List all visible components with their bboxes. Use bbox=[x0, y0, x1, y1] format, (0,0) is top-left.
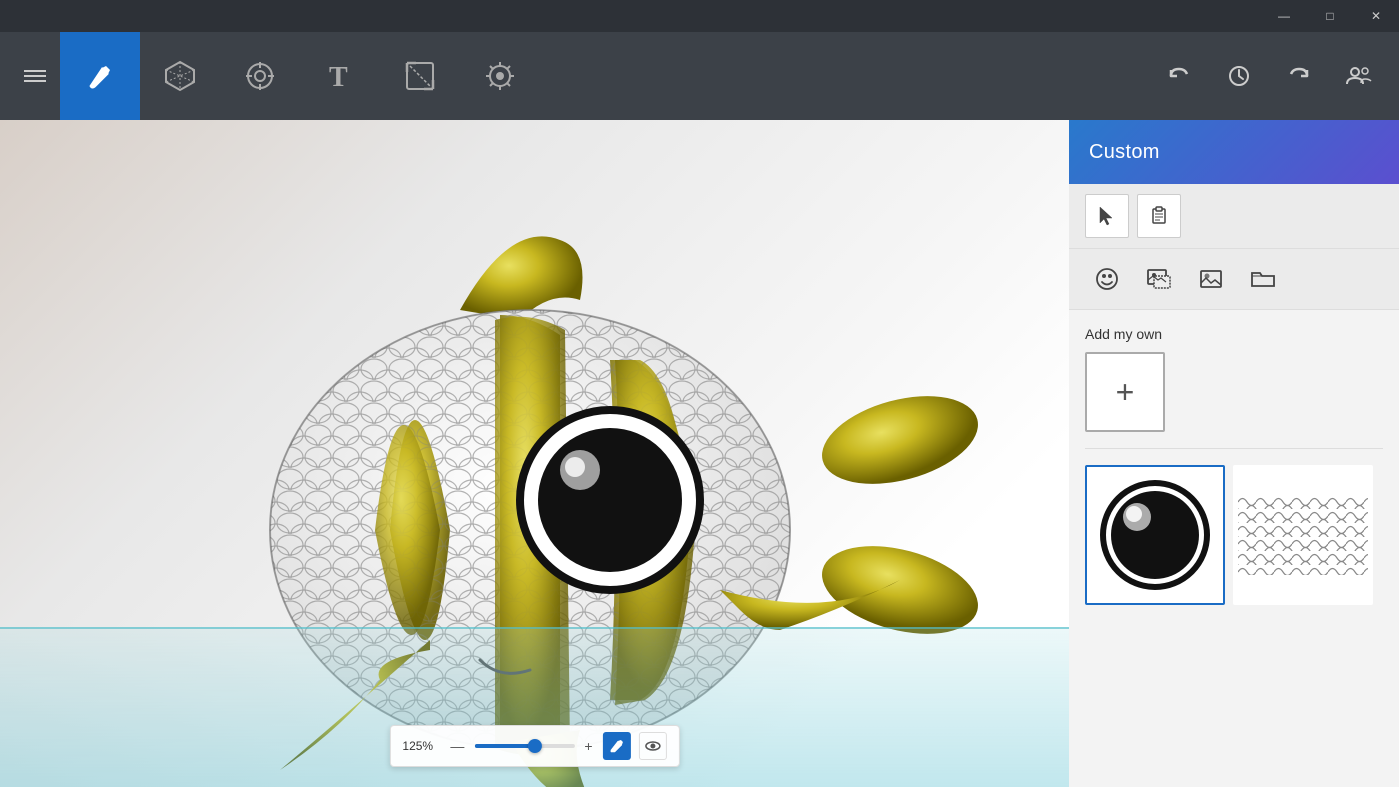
canvas-area: 125% — + bbox=[0, 120, 1069, 787]
maximize-button[interactable]: □ bbox=[1307, 0, 1353, 32]
panel-cursor-button[interactable] bbox=[1085, 194, 1129, 238]
brush-icon bbox=[82, 58, 118, 94]
panel-icons-row bbox=[1069, 249, 1399, 310]
panel-folder-button[interactable] bbox=[1241, 257, 1285, 301]
panel-title: Custom bbox=[1089, 141, 1160, 164]
effect-icon bbox=[482, 58, 518, 94]
svg-text:T: T bbox=[329, 62, 348, 93]
tool-3d[interactable] bbox=[140, 32, 220, 120]
zoom-bar: 125% — + bbox=[389, 725, 679, 767]
zoom-slider-thumb[interactable] bbox=[527, 739, 541, 753]
zoom-slider-track[interactable] bbox=[474, 744, 574, 748]
minimize-button[interactable]: — bbox=[1261, 0, 1307, 32]
right-panel: Custom bbox=[1069, 120, 1399, 787]
panel-image-button[interactable] bbox=[1189, 257, 1233, 301]
tool-resize[interactable] bbox=[380, 32, 460, 120]
paste-icon bbox=[1148, 205, 1170, 227]
add-my-own-label: Add my own bbox=[1085, 326, 1383, 342]
people-button[interactable] bbox=[1329, 32, 1389, 120]
text-icon: T bbox=[322, 58, 358, 94]
image-overlay-icon bbox=[1146, 266, 1172, 292]
sticker-icon bbox=[1094, 266, 1120, 292]
panel-header: Custom bbox=[1069, 120, 1399, 184]
panel-paste-button[interactable] bbox=[1137, 194, 1181, 238]
zoom-slider-fill bbox=[474, 744, 534, 748]
history-button[interactable] bbox=[1209, 32, 1269, 120]
history-icon bbox=[1225, 62, 1253, 90]
panel-image-overlay-button[interactable] bbox=[1137, 257, 1181, 301]
zoom-pencil-button[interactable] bbox=[603, 732, 631, 760]
scale-sticker-svg bbox=[1238, 495, 1368, 575]
sticker-item-eye[interactable] bbox=[1085, 465, 1225, 605]
undo-icon bbox=[1165, 62, 1193, 90]
toolbar: T bbox=[0, 32, 1399, 120]
resize-icon bbox=[402, 58, 438, 94]
add-my-own-button[interactable]: + bbox=[1085, 352, 1165, 432]
panel-sticker-button[interactable] bbox=[1085, 257, 1129, 301]
panel-body: Add my own + bbox=[1069, 310, 1399, 787]
image-icon bbox=[1198, 266, 1224, 292]
sticker-item-pattern[interactable] bbox=[1233, 465, 1373, 605]
redo-button[interactable] bbox=[1269, 32, 1329, 120]
people-icon bbox=[1345, 62, 1373, 90]
sticker-grid bbox=[1085, 465, 1383, 605]
eye-icon bbox=[645, 738, 661, 754]
zoom-level-label: 125% bbox=[402, 739, 440, 753]
folder-icon bbox=[1250, 266, 1276, 292]
zoom-out-button[interactable]: — bbox=[448, 738, 466, 754]
tool-text[interactable]: T bbox=[300, 32, 380, 120]
undo-button[interactable] bbox=[1149, 32, 1209, 120]
close-button[interactable]: ✕ bbox=[1353, 0, 1399, 32]
hamburger-button[interactable] bbox=[10, 32, 60, 120]
zoom-eye-button[interactable] bbox=[639, 732, 667, 760]
titlebar: — □ ✕ bbox=[0, 0, 1399, 32]
pencil-icon bbox=[609, 738, 625, 754]
select-icon bbox=[242, 58, 278, 94]
canvas-background bbox=[0, 120, 1069, 787]
tool-effect[interactable] bbox=[460, 32, 540, 120]
tool-brush[interactable] bbox=[60, 32, 140, 120]
zoom-in-button[interactable]: + bbox=[582, 738, 594, 754]
eye-sticker-svg bbox=[1095, 475, 1215, 595]
3d-icon bbox=[162, 58, 198, 94]
redo-icon bbox=[1285, 62, 1313, 90]
panel-divider bbox=[1085, 448, 1383, 449]
panel-toolbar bbox=[1069, 184, 1399, 249]
cursor-icon bbox=[1096, 205, 1118, 227]
tool-select[interactable] bbox=[220, 32, 300, 120]
